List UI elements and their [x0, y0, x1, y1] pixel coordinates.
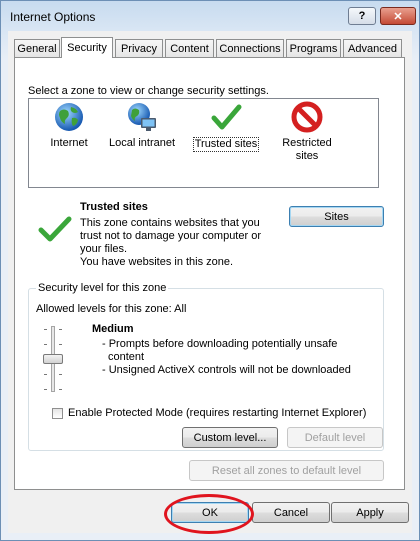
- zone-list: Internet Local intranet Trusted sites Re…: [28, 98, 379, 188]
- tab-advanced[interactable]: Advanced: [343, 39, 402, 57]
- security-level-slider-thumb[interactable]: [43, 354, 63, 364]
- dialog-client: General Security Privacy Content Connect…: [8, 31, 412, 533]
- tab-programs[interactable]: Programs: [286, 39, 341, 57]
- level-line: content: [108, 351, 145, 363]
- selected-zone-title: Trusted sites: [80, 201, 148, 213]
- tab-general[interactable]: General: [14, 39, 60, 57]
- zone-label: Local intranet: [108, 137, 176, 149]
- zone-label: Trusted sites: [192, 137, 260, 152]
- reset-all-zones-button[interactable]: Reset all zones to default level: [189, 460, 384, 481]
- security-tab-panel: Select a zone to view or change security…: [14, 57, 405, 490]
- custom-level-button[interactable]: Custom level...: [182, 427, 278, 448]
- tab-privacy[interactable]: Privacy: [115, 39, 163, 57]
- description-line: You have websites in this zone.: [80, 256, 234, 268]
- internet-options-window: Internet Options ? ✕ General Security Pr…: [0, 0, 420, 541]
- tab-content[interactable]: Content: [165, 39, 214, 57]
- protected-mode-label: Enable Protected Mode (requires restarti…: [68, 407, 367, 419]
- title-bar[interactable]: Internet Options ? ✕: [1, 1, 419, 31]
- help-button[interactable]: ?: [348, 7, 376, 25]
- close-button[interactable]: ✕: [380, 7, 416, 25]
- zone-label: Restricted sites: [282, 137, 332, 162]
- window-title: Internet Options: [10, 10, 96, 24]
- security-level-name: Medium: [92, 323, 134, 335]
- apply-button[interactable]: Apply: [331, 502, 409, 523]
- protected-mode-checkbox[interactable]: [52, 407, 63, 419]
- zone-internet[interactable]: Internet: [29, 101, 109, 150]
- protected-mode-option[interactable]: Enable Protected Mode (requires restarti…: [52, 407, 366, 419]
- checkmark-icon: [210, 101, 242, 133]
- level-line: - Prompts before downloading potentially…: [102, 338, 338, 350]
- security-level-legend: Security level for this zone: [36, 282, 169, 294]
- ok-button[interactable]: OK: [171, 502, 249, 523]
- tab-connections[interactable]: Connections: [216, 39, 284, 57]
- description-line: your files.: [80, 243, 128, 255]
- intranet-icon: [126, 101, 158, 133]
- sites-button[interactable]: Sites: [289, 206, 384, 227]
- zone-trusted-sites[interactable]: Trusted sites: [186, 101, 266, 152]
- cancel-button[interactable]: Cancel: [252, 502, 330, 523]
- selected-zone-description: This zone contains websites that you tru…: [80, 217, 280, 269]
- description-line: trust not to damage your computer or: [80, 230, 261, 242]
- security-level-description: - Prompts before downloading potentially…: [102, 338, 362, 377]
- tab-security[interactable]: Security: [61, 37, 113, 58]
- security-level-group: Security level for this zone Allowed lev…: [28, 282, 384, 451]
- zone-restricted-sites[interactable]: Restricted sites: [267, 101, 347, 163]
- no-entry-icon: [291, 101, 323, 133]
- allowed-levels-text: Allowed levels for this zone: All: [36, 303, 187, 315]
- description-line: This zone contains websites that you: [80, 217, 260, 229]
- checkmark-icon: [38, 215, 72, 246]
- level-line: - Unsigned ActiveX controls will not be …: [102, 364, 351, 376]
- default-level-button[interactable]: Default level: [287, 427, 383, 448]
- zone-prompt: Select a zone to view or change security…: [28, 85, 269, 97]
- zone-local-intranet[interactable]: Local intranet: [102, 101, 182, 150]
- zone-label: Internet: [50, 137, 88, 149]
- globe-icon: [53, 101, 85, 133]
